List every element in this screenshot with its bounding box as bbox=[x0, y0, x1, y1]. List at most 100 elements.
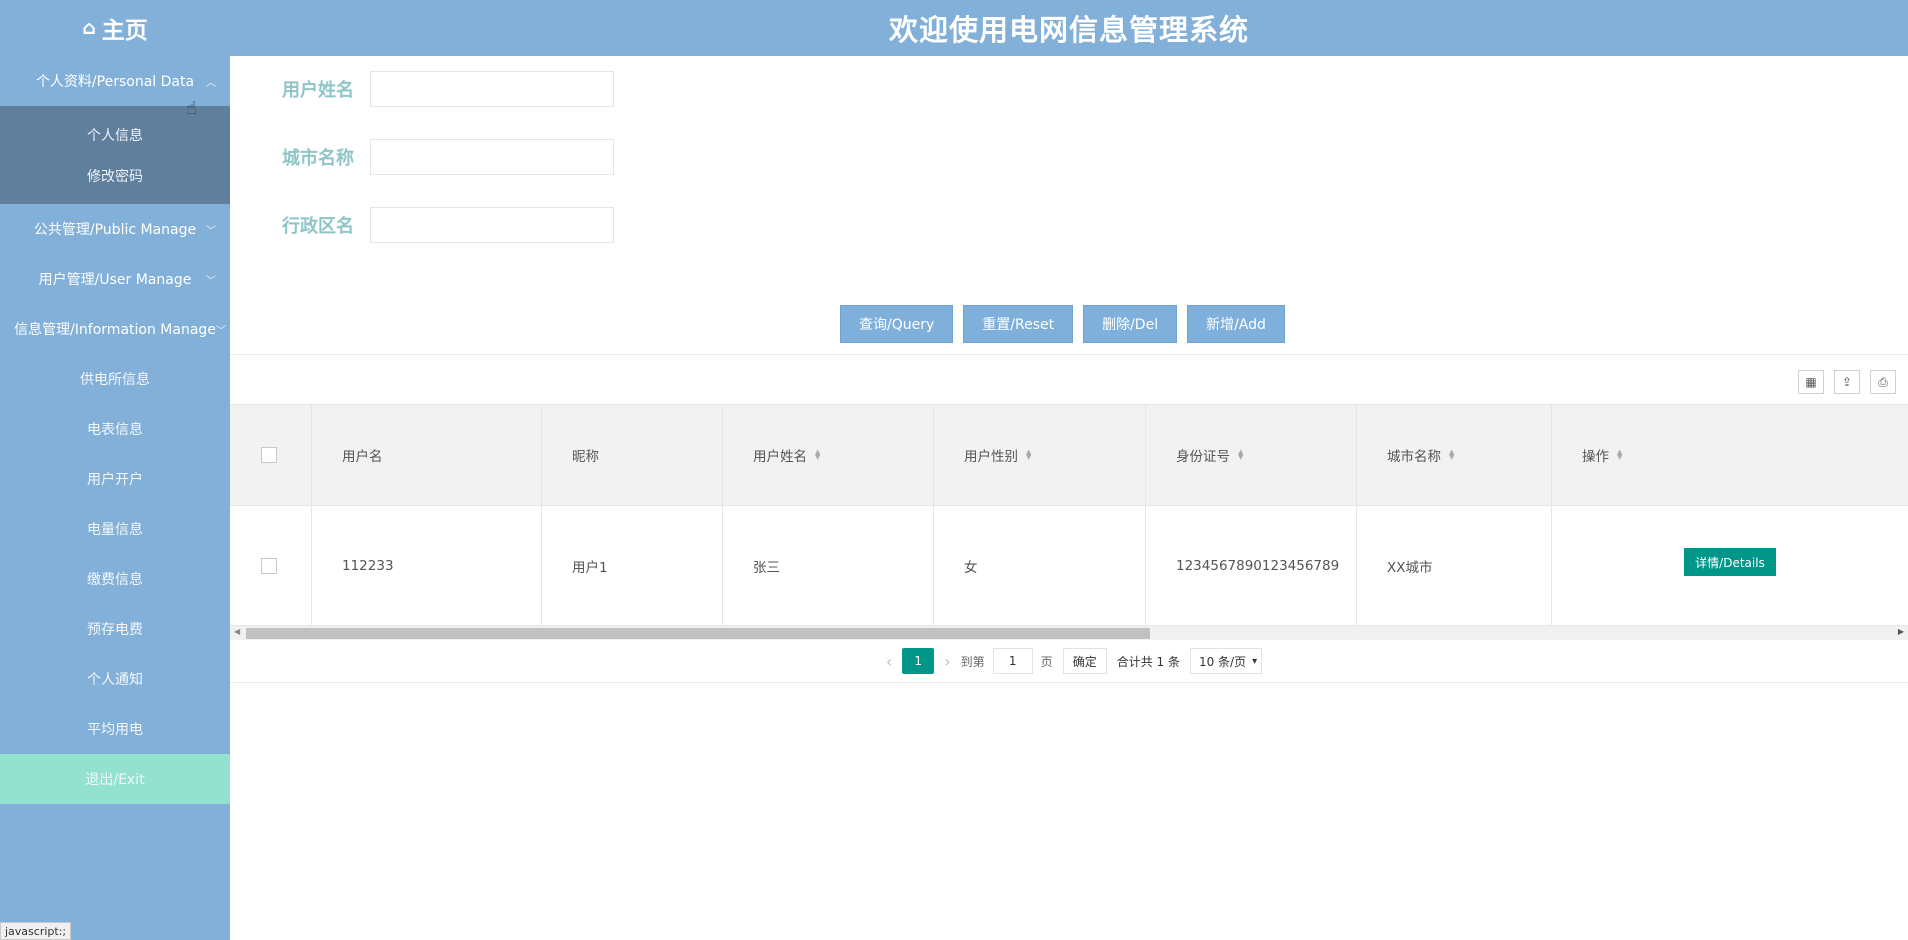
table-toolbar: ▦ ⇪ ⎙ bbox=[230, 354, 1908, 405]
pagination: ‹ 1 › 到第 1 页 确定 合计共 1 条 10 条/页 ▾ bbox=[230, 640, 1908, 683]
city-input[interactable] bbox=[370, 139, 614, 175]
top-bar: ⌂ 主页 欢迎使用电网信息管理系统 bbox=[0, 0, 1908, 56]
sidebar-group-label: 用户管理/User Manage bbox=[38, 272, 192, 288]
cell-gender: 女 bbox=[934, 506, 1146, 626]
search-field-district: 行政区名 bbox=[282, 207, 614, 243]
column-label: 用户性别 bbox=[964, 449, 1018, 465]
page-size-select[interactable]: 10 条/页 ▾ bbox=[1189, 648, 1263, 674]
sort-icon[interactable]: ▲ ▼ bbox=[1238, 449, 1243, 461]
chevron-down-icon: ﹀ bbox=[206, 225, 216, 237]
cell-username: 112233 bbox=[312, 506, 542, 626]
export-icon[interactable]: ⇪ bbox=[1834, 370, 1860, 394]
field-label: 行政区名 bbox=[282, 216, 354, 237]
row-select-cell bbox=[230, 506, 312, 626]
sidebar-group-public-manage[interactable]: 公共管理/Public Manage ﹀ bbox=[0, 204, 230, 254]
sort-icon[interactable]: ▲ ▼ bbox=[1449, 449, 1454, 461]
column-header-city[interactable]: 城市名称 ▲ ▼ bbox=[1357, 405, 1552, 505]
username-input[interactable] bbox=[370, 71, 614, 107]
query-button[interactable]: 查询/Query bbox=[840, 305, 954, 343]
column-header-nickname[interactable]: 昵称 bbox=[542, 405, 723, 505]
search-field-username: 用户姓名 bbox=[282, 71, 614, 107]
sidebar-item-prepaid[interactable]: 预存电费 bbox=[0, 604, 230, 654]
delete-button[interactable]: 删除/Del bbox=[1083, 305, 1178, 343]
select-all-cell bbox=[230, 405, 312, 505]
sidebar-item-notice[interactable]: 个人通知 bbox=[0, 654, 230, 704]
hand-cursor-icon: ☝ bbox=[186, 98, 197, 119]
row-checkbox[interactable] bbox=[261, 558, 277, 574]
column-label: 城市名称 bbox=[1387, 449, 1441, 465]
cell-realname: 张三 bbox=[723, 506, 934, 626]
browser-status-bar: javascript:; bbox=[0, 922, 72, 940]
details-button[interactable]: 详情/Details bbox=[1684, 548, 1776, 576]
column-header-username[interactable]: 用户名 bbox=[312, 405, 542, 505]
cell-action: 详情/Details bbox=[1552, 506, 1908, 626]
chevron-down-icon: ▾ bbox=[1252, 655, 1258, 667]
district-input[interactable] bbox=[370, 207, 614, 243]
print-icon[interactable]: ⎙ bbox=[1870, 370, 1896, 394]
table-header: 用户名 昵称 用户姓名 ▲ ▼ 用户性别 ▲ ▼ 身份证号 ▲ ▼ 城市名称 ▲ ▼ bbox=[230, 404, 1908, 506]
cell-city: XX城市 bbox=[1357, 506, 1552, 626]
submenu-personal-data: 个人信息 修改密码 bbox=[0, 106, 230, 204]
column-label: 用户姓名 bbox=[753, 449, 807, 465]
column-label: 操作 bbox=[1582, 449, 1609, 465]
field-label: 城市名称 bbox=[282, 148, 354, 169]
column-label: 身份证号 bbox=[1176, 449, 1230, 465]
home-label: 主页 bbox=[101, 18, 148, 44]
chevron-down-icon: ﹀ bbox=[216, 325, 226, 337]
select-all-checkbox[interactable] bbox=[261, 447, 277, 463]
reset-button[interactable]: 重置/Reset bbox=[963, 305, 1074, 343]
home-link[interactable]: ⌂ 主页 bbox=[0, 0, 230, 56]
column-label: 用户名 bbox=[342, 449, 383, 465]
page-number-current[interactable]: 1 bbox=[902, 648, 935, 674]
table-row: 112233 用户1 张三 女 1234567890123456789 XX城市… bbox=[230, 506, 1908, 627]
cell-idcard: 1234567890123456789 bbox=[1146, 506, 1357, 626]
sidebar-item-personal-info[interactable]: 个人信息 bbox=[0, 114, 230, 155]
next-page-icon[interactable]: › bbox=[944, 652, 950, 671]
goto-page-input[interactable]: 1 bbox=[992, 648, 1033, 674]
sidebar-item-exit[interactable]: 退出/Exit bbox=[0, 754, 230, 804]
column-header-gender[interactable]: 用户性别 ▲ ▼ bbox=[934, 405, 1146, 505]
column-header-action[interactable]: 操作 ▲ ▼ bbox=[1552, 405, 1908, 505]
column-header-idcard[interactable]: 身份证号 ▲ ▼ bbox=[1146, 405, 1357, 505]
page-unit-label: 页 bbox=[1040, 654, 1053, 669]
confirm-page-button[interactable]: 确定 bbox=[1062, 648, 1107, 674]
action-buttons: 查询/Query 重置/Reset 删除/Del 新增/Add bbox=[840, 305, 1285, 343]
sidebar-group-label: 公共管理/Public Manage bbox=[33, 222, 197, 238]
home-icon: ⌂ bbox=[82, 17, 96, 39]
add-button[interactable]: 新增/Add bbox=[1187, 305, 1285, 343]
sidebar-group-information-manage[interactable]: 信息管理/Information Manage ﹀ bbox=[0, 304, 230, 354]
sidebar-group-label: 信息管理/Information Manage bbox=[14, 322, 216, 338]
sidebar-item-payment[interactable]: 缴费信息 bbox=[0, 554, 230, 604]
sidebar-item-change-password[interactable]: 修改密码 bbox=[0, 155, 230, 196]
main-content: 用户姓名 城市名称 行政区名 查询/Query 重置/Reset 删除/Del … bbox=[230, 56, 1908, 940]
data-table: 用户名 昵称 用户姓名 ▲ ▼ 用户性别 ▲ ▼ 身份证号 ▲ ▼ 城市名称 ▲ ▼ bbox=[230, 404, 1908, 627]
sidebar-item-power-station[interactable]: 供电所信息 bbox=[0, 354, 230, 404]
page-size-value: 10 条/页 bbox=[1198, 654, 1247, 669]
search-field-city: 城市名称 bbox=[282, 139, 614, 175]
columns-filter-icon[interactable]: ▦ bbox=[1798, 370, 1824, 394]
prev-page-icon[interactable]: ‹ bbox=[886, 652, 892, 671]
sort-icon[interactable]: ▲ ▼ bbox=[815, 449, 820, 461]
sidebar-group-label: 个人资料/Personal Data bbox=[35, 74, 195, 90]
sidebar-item-meter[interactable]: 电表信息 bbox=[0, 404, 230, 454]
sort-icon[interactable]: ▲ ▼ bbox=[1617, 449, 1622, 461]
chevron-up-icon: ︿ bbox=[206, 77, 216, 89]
sidebar-item-consumption[interactable]: 电量信息 bbox=[0, 504, 230, 554]
sort-icon[interactable]: ▲ ▼ bbox=[1026, 449, 1031, 461]
column-header-realname[interactable]: 用户姓名 ▲ ▼ bbox=[723, 405, 934, 505]
sidebar-item-account-open[interactable]: 用户开户 bbox=[0, 454, 230, 504]
field-label: 用户姓名 bbox=[282, 80, 354, 101]
scroll-left-icon[interactable]: ◀ bbox=[234, 627, 240, 636]
sidebar-item-average[interactable]: 平均用电 bbox=[0, 704, 230, 754]
sidebar-group-user-manage[interactable]: 用户管理/User Manage ﹀ bbox=[0, 254, 230, 304]
horizontal-scrollbar[interactable]: ◀ ▶ bbox=[230, 625, 1908, 640]
goto-label: 到第 bbox=[960, 654, 985, 669]
column-label: 昵称 bbox=[572, 449, 599, 465]
page-title: 欢迎使用电网信息管理系统 bbox=[888, 13, 1249, 47]
scroll-right-icon[interactable]: ▶ bbox=[1898, 627, 1904, 636]
cell-nickname: 用户1 bbox=[542, 506, 723, 626]
chevron-down-icon: ﹀ bbox=[206, 275, 216, 287]
sidebar: 个人资料/Personal Data ︿ 个人信息 修改密码 公共管理/Publ… bbox=[0, 56, 230, 940]
scrollbar-thumb[interactable] bbox=[246, 628, 1150, 639]
total-count: 合计共 1 条 bbox=[1116, 654, 1180, 669]
